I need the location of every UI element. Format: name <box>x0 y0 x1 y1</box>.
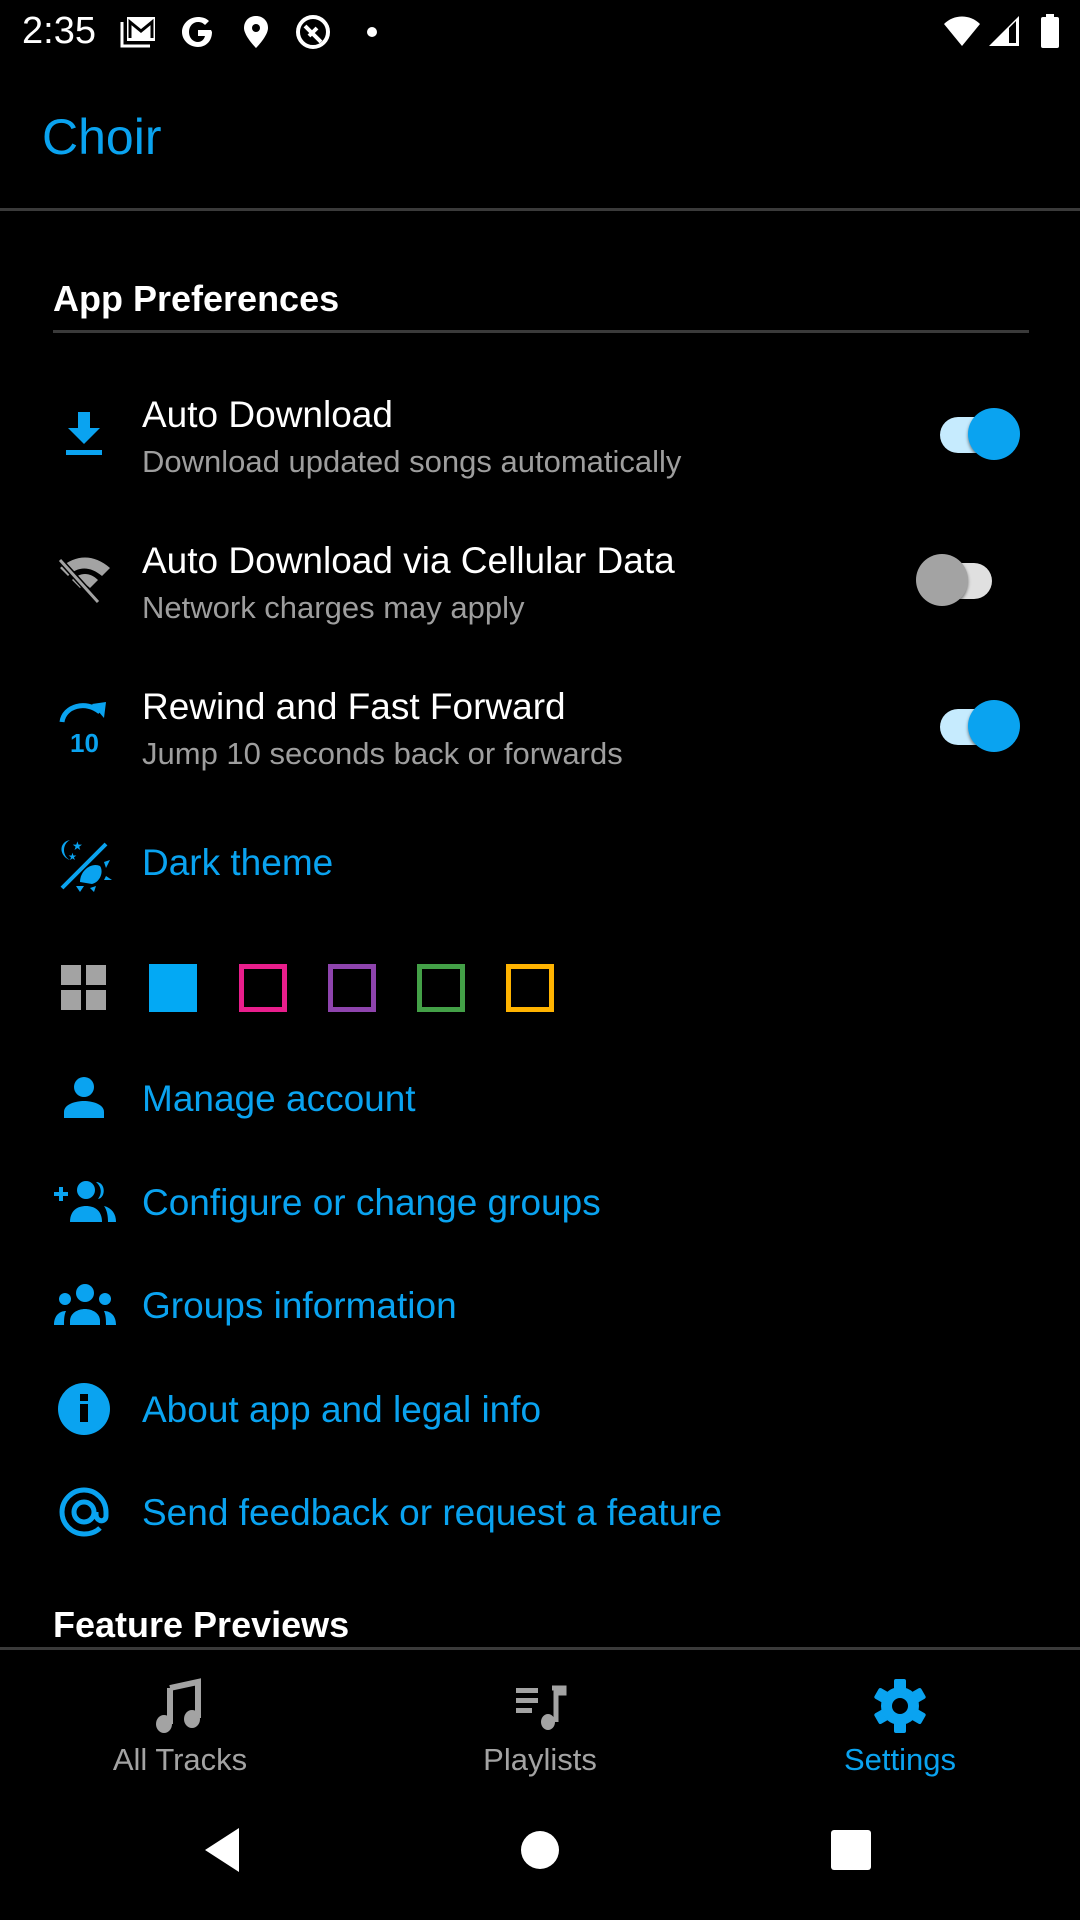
color-swatch-purple[interactable] <box>328 964 376 1012</box>
setting-subtitle: Jump 10 seconds back or forwards <box>142 736 623 771</box>
setting-auto-download-cellular[interactable]: Auto Download via Cellular Data Network … <box>0 526 1080 636</box>
status-time: 2:35 <box>22 10 96 52</box>
dark-theme-label: Dark theme <box>142 842 334 883</box>
back-icon[interactable] <box>195 1820 255 1880</box>
gmail-icon <box>120 17 155 48</box>
svg-text:10: 10 <box>70 728 99 756</box>
link-label: Manage account <box>142 1078 416 1119</box>
theme-light-dark-icon: ★ ★ <box>52 832 116 896</box>
color-swatch-blue[interactable] <box>149 964 197 1012</box>
bottom-nav-divider <box>0 1647 1080 1650</box>
dark-theme-item[interactable]: ★ ★ Dark theme <box>0 830 1080 900</box>
color-swatch-green[interactable] <box>417 964 465 1012</box>
link-label: Groups information <box>142 1285 457 1326</box>
setting-title: Auto Download <box>142 394 393 435</box>
setting-subtitle: Network charges may apply <box>142 590 525 625</box>
setting-subtitle: Download updated songs automatically <box>142 444 682 479</box>
info-icon <box>52 1377 116 1441</box>
nav-label: All Tracks <box>112 1742 248 1777</box>
rewind-forward-toggle[interactable] <box>930 696 1020 756</box>
setting-title: Rewind and Fast Forward <box>142 686 566 727</box>
svg-text:★: ★ <box>72 839 83 853</box>
about-app-item[interactable]: About app and legal info <box>0 1375 1080 1445</box>
color-swatch-amber[interactable] <box>506 964 554 1012</box>
home-icon[interactable] <box>510 1820 570 1880</box>
forward-10-icon: 10 <box>52 694 116 758</box>
nav-label: Playlists <box>483 1742 597 1777</box>
location-icon <box>244 16 268 48</box>
section-header-feature-previews: Feature Previews <box>53 1604 350 1645</box>
setting-rewind-fast-forward[interactable]: 10 Rewind and Fast Forward Jump 10 secon… <box>0 672 1080 782</box>
manage-account-item[interactable]: Manage account <box>0 1064 1080 1134</box>
link-label: About app and legal info <box>142 1389 542 1430</box>
at-sign-icon <box>52 1480 116 1544</box>
link-label: Send feedback or request a feature <box>142 1492 723 1533</box>
person-icon <box>52 1066 116 1130</box>
q-beta-icon <box>296 15 330 49</box>
download-icon <box>52 402 116 466</box>
cellular-download-toggle[interactable] <box>916 550 1008 610</box>
send-feedback-item[interactable]: Send feedback or request a feature <box>0 1478 1080 1548</box>
configure-groups-item[interactable]: Configure or change groups <box>0 1168 1080 1238</box>
groups-icon <box>50 1273 120 1337</box>
svg-text:★: ★ <box>68 852 77 863</box>
google-icon <box>182 17 212 47</box>
nav-tab-all-tracks[interactable]: All Tracks <box>0 1660 360 1790</box>
color-swatch-pink[interactable] <box>239 964 287 1012</box>
nav-label: Settings <box>843 1742 956 1777</box>
cellular-signal-icon <box>989 16 1019 46</box>
notification-dot <box>367 27 377 37</box>
link-label: Configure or change groups <box>142 1182 601 1223</box>
battery-icon <box>1041 14 1059 48</box>
wifi-icon <box>944 16 980 46</box>
auto-download-toggle[interactable] <box>930 404 1020 464</box>
recents-icon[interactable] <box>821 1820 881 1880</box>
music-note-icon <box>156 1678 201 1733</box>
app-title: Choir <box>42 109 162 165</box>
group-add-icon <box>50 1170 120 1234</box>
groups-information-item[interactable]: Groups information <box>0 1271 1080 1341</box>
playlist-music-icon <box>516 1685 567 1730</box>
gear-icon <box>874 1679 926 1733</box>
signal-wifi-off-icon <box>52 548 116 612</box>
nav-tab-settings[interactable]: Settings <box>720 1660 1080 1790</box>
setting-auto-download[interactable]: Auto Download Download updated songs aut… <box>0 380 1080 490</box>
setting-title: Auto Download via Cellular Data <box>142 540 675 581</box>
app-bar-divider <box>0 208 1080 211</box>
status-bar: 2:35 <box>0 0 1080 64</box>
section-header-app-preferences: App Preferences <box>53 278 340 319</box>
nav-tab-playlists[interactable]: Playlists <box>360 1660 720 1790</box>
dashboard-icon <box>52 956 116 1020</box>
section-divider <box>53 330 1029 333</box>
